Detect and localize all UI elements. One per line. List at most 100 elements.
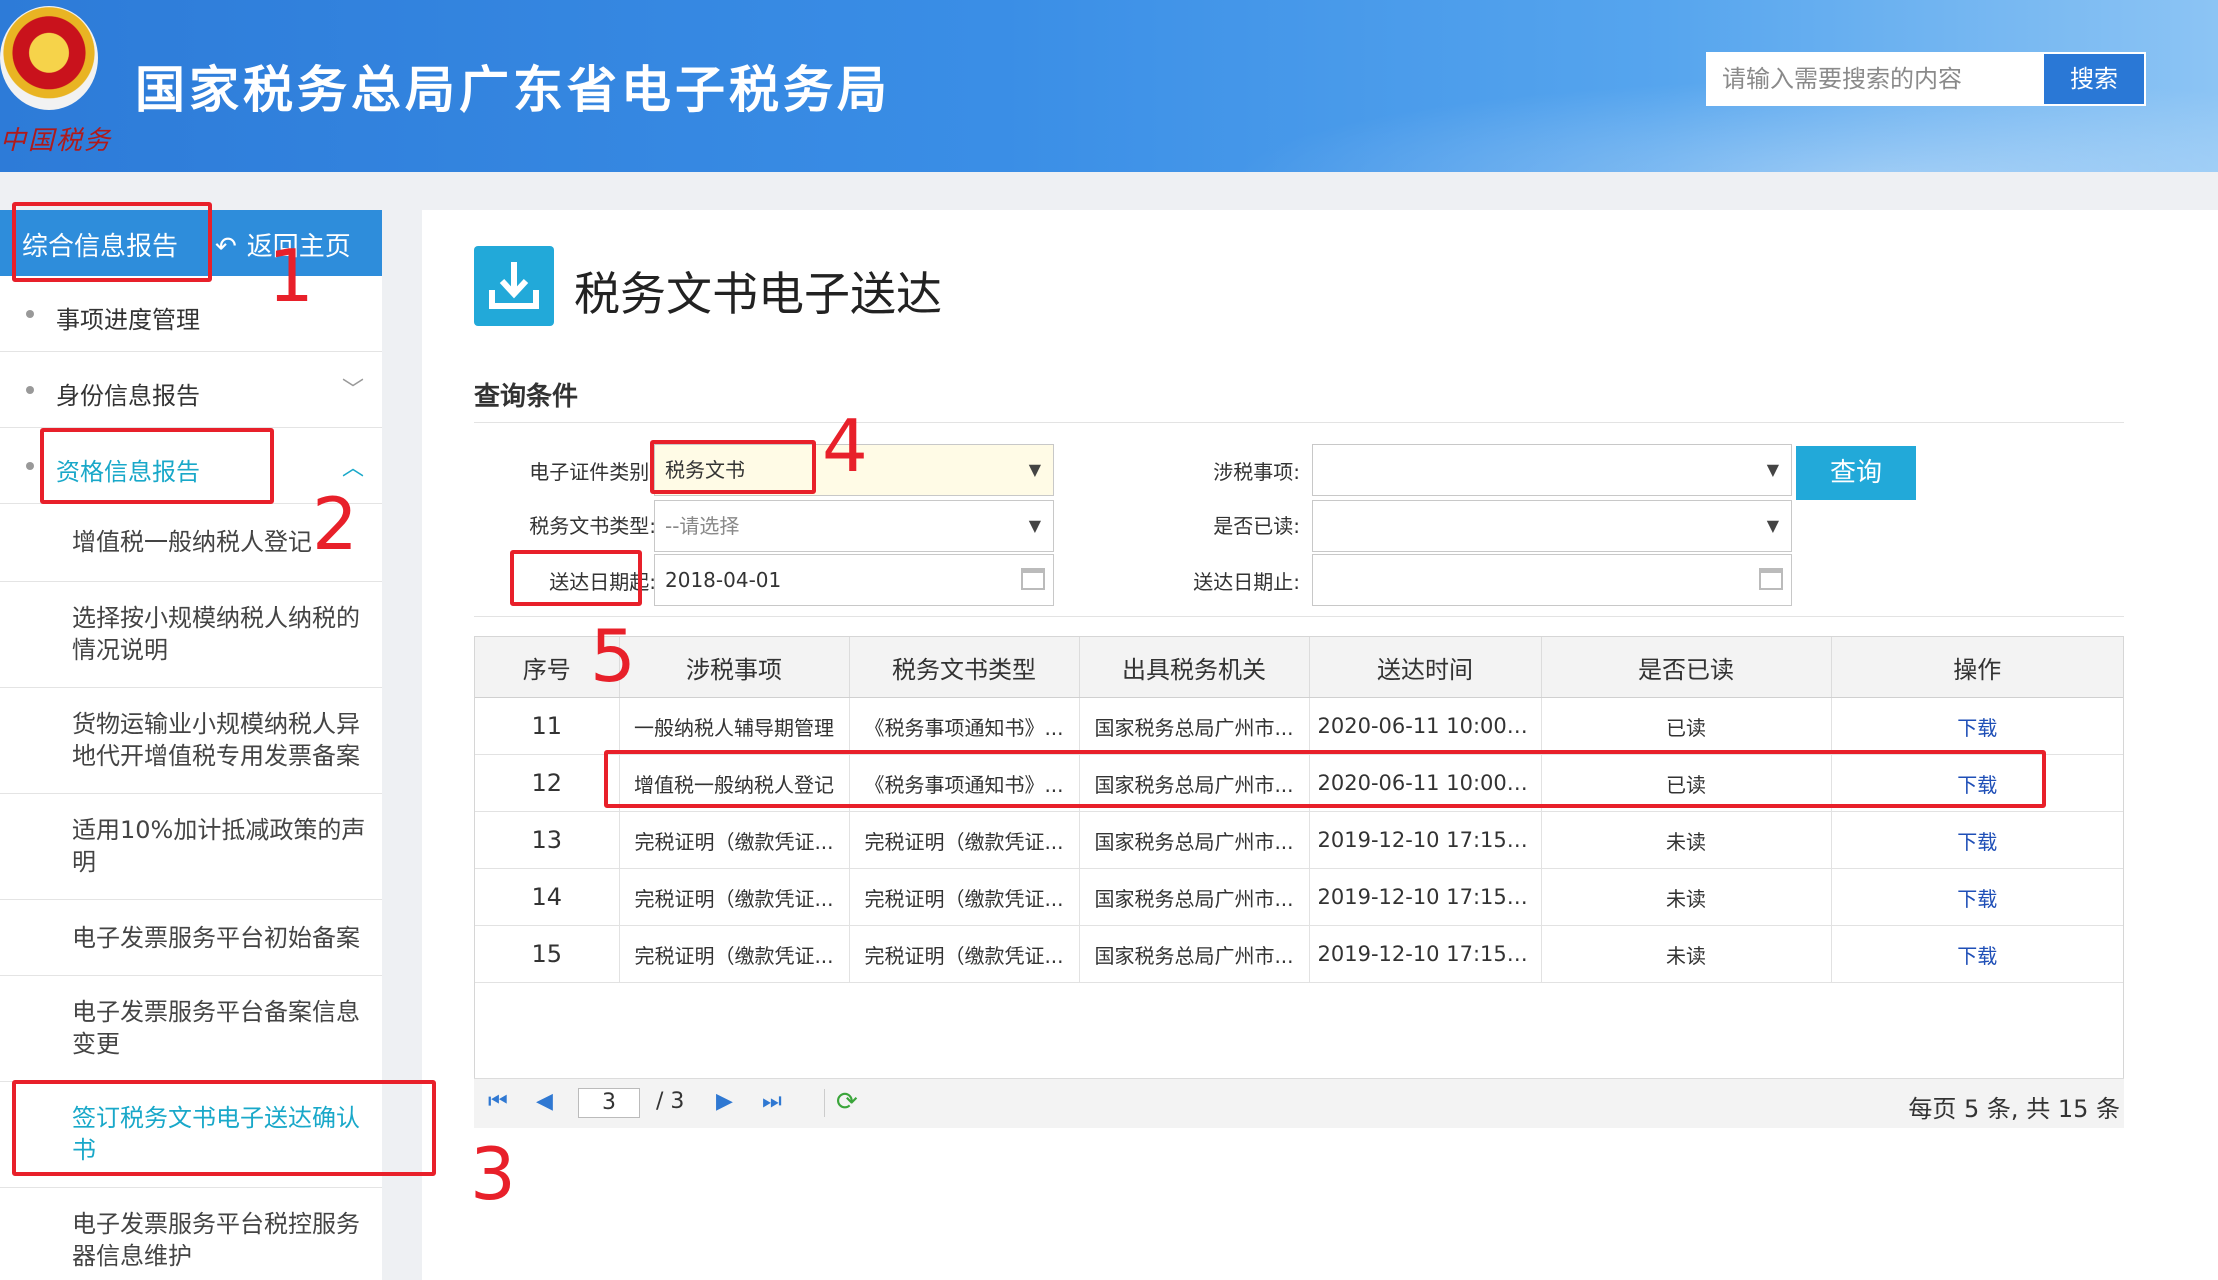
caret-down-icon: ▼ xyxy=(1766,460,1779,479)
annotation-box-3 xyxy=(12,1080,436,1176)
sidebar-subitem[interactable]: 货物运输业小规模纳税人异地代开增值税专用发票备案 xyxy=(0,688,382,794)
cell-seq: 15 xyxy=(475,925,620,983)
refresh-icon[interactable]: ⟳ xyxy=(836,1087,858,1117)
national-emblem-icon xyxy=(0,6,98,110)
bullet-icon xyxy=(26,462,34,470)
annotation-number-2: 2 xyxy=(312,482,358,566)
cell-read: 未读 xyxy=(1541,811,1832,869)
column-header-read: 是否已读 xyxy=(1541,637,1832,698)
download-link[interactable]: 下载 xyxy=(1957,830,1997,854)
cell-time: 2019-12-10 17:15:40 xyxy=(1309,811,1542,869)
first-page-icon[interactable]: ⏮ xyxy=(488,1089,508,1114)
divider xyxy=(474,422,2124,423)
sidebar-subitem[interactable]: 选择按小规模纳税人纳税的情况说明 xyxy=(0,582,382,688)
table-row[interactable]: 13 完税证明（缴款凭证... 完税证明（缴款凭证... 国家税务总局广州市..… xyxy=(475,811,2123,869)
download-link[interactable]: 下载 xyxy=(1957,887,1997,911)
cell-time: 2020-06-11 10:00:21 xyxy=(1309,697,1542,755)
cell-doc-type: 完税证明（缴款凭证... xyxy=(849,868,1080,926)
column-header-matter: 涉税事项 xyxy=(619,637,850,698)
results-table: 序号 涉税事项 税务文书类型 出具税务机关 送达时间 是否已读 操作 11 一般… xyxy=(474,636,2124,1128)
read-status-select[interactable]: ▼ xyxy=(1312,500,1792,552)
tax-matter-select[interactable]: ▼ xyxy=(1312,444,1792,496)
cell-matter: 完税证明（缴款凭证... xyxy=(619,811,850,869)
cell-doc-type: 《税务事项通知书》... xyxy=(849,697,1080,755)
pagination-bar: ⏮ ◀ 3 / 3 ▶ ⏭ ⟳ 每页 5 条, 共 15 条 xyxy=(474,1078,2124,1128)
cell-doc-type: 完税证明（缴款凭证... xyxy=(849,811,1080,869)
sidebar-subitem[interactable]: 电子发票服务平台税控服务器信息维护 xyxy=(0,1188,382,1280)
download-icon xyxy=(474,246,554,326)
doc-type-select[interactable]: --请选择 ▼ xyxy=(654,500,1054,552)
cell-action: 下载 xyxy=(1831,925,2123,983)
total-pages: / 3 xyxy=(656,1089,685,1114)
download-link[interactable]: 下载 xyxy=(1957,716,1997,740)
sidebar-subitem[interactable]: 电子发票服务平台备案信息变更 xyxy=(0,976,382,1082)
date-end-input[interactable] xyxy=(1312,554,1792,606)
divider xyxy=(474,616,2124,617)
cell-read: 未读 xyxy=(1541,925,1832,983)
prev-page-icon[interactable]: ◀ xyxy=(536,1089,553,1114)
cell-seq: 12 xyxy=(475,754,620,812)
column-header-doc-type: 税务文书类型 xyxy=(849,637,1080,698)
cell-read: 未读 xyxy=(1541,868,1832,926)
doc-type-placeholder: --请选择 xyxy=(665,514,740,538)
annotation-box-1 xyxy=(12,202,212,282)
chevron-up-icon: ︿ xyxy=(341,456,364,481)
read-status-label: 是否已读: xyxy=(1213,514,1300,538)
calendar-icon[interactable] xyxy=(1021,568,1045,590)
table-row[interactable]: 14 完税证明（缴款凭证... 完税证明（缴款凭证... 国家税务总局广州市..… xyxy=(475,868,2123,926)
cell-time: 2019-12-10 17:15:40 xyxy=(1309,868,1542,926)
main-panel: 税务文书电子送达 查询条件 电子证件类别: 税务文书 ▼ 涉税事项: ▼ 查询 … xyxy=(422,210,2218,1280)
cell-matter: 完税证明（缴款凭证... xyxy=(619,925,850,983)
sidebar-subitem[interactable]: 适用10%加计抵减政策的声明 xyxy=(0,794,382,900)
bullet-icon xyxy=(26,386,34,394)
cell-seq: 13 xyxy=(475,811,620,869)
column-header-authority: 出具税务机关 xyxy=(1079,637,1310,698)
download-link[interactable]: 下载 xyxy=(1957,944,1997,968)
cell-time: 2019-12-10 17:15:40 xyxy=(1309,925,1542,983)
search-input[interactable] xyxy=(1706,52,2042,106)
page-number-input[interactable]: 3 xyxy=(578,1088,640,1118)
table-row[interactable]: 15 完税证明（缴款凭证... 完税证明（缴款凭证... 国家税务总局广州市..… xyxy=(475,925,2123,983)
last-page-icon[interactable]: ⏭ xyxy=(762,1089,782,1114)
annotation-box-2 xyxy=(40,428,274,504)
sidebar-subitem-label: 电子发票服务平台初始备案 xyxy=(72,924,360,952)
annotation-box-5 xyxy=(510,550,642,606)
doc-type-label: 税务文书类型: xyxy=(529,514,656,538)
sidebar-subitem-label: 适用10%加计抵减政策的声明 xyxy=(72,816,366,876)
cell-action: 下载 xyxy=(1831,697,2123,755)
search-button[interactable]: 搜索 xyxy=(2042,52,2146,106)
bullet-icon xyxy=(26,310,34,318)
next-page-icon[interactable]: ▶ xyxy=(716,1089,733,1114)
column-header-time: 送达时间 xyxy=(1309,637,1542,698)
sidebar-subitem[interactable]: 电子发票服务平台初始备案 xyxy=(0,900,382,976)
page-summary: 每页 5 条, 共 15 条 xyxy=(1908,1095,2120,1123)
emblem-script-text: 中国税务 xyxy=(0,126,113,156)
cell-doc-type: 完税证明（缴款凭证... xyxy=(849,925,1080,983)
table-row[interactable]: 11 一般纳税人辅导期管理 《税务事项通知书》... 国家税务总局广州市... … xyxy=(475,697,2123,755)
sidebar-item-identity[interactable]: 身份信息报告 ﹀ xyxy=(0,352,382,428)
chevron-down-icon: ﹀ xyxy=(341,378,364,403)
cell-action: 下载 xyxy=(1831,868,2123,926)
cell-seq: 11 xyxy=(475,697,620,755)
back-arrow-icon: ↶ xyxy=(215,232,237,262)
pager-separator xyxy=(824,1089,825,1117)
annotation-number-1: 1 xyxy=(268,234,314,318)
cell-read: 已读 xyxy=(1541,697,1832,755)
calendar-icon[interactable] xyxy=(1759,568,1783,590)
cell-seq: 14 xyxy=(475,868,620,926)
caret-down-icon: ▼ xyxy=(1028,460,1041,479)
annotation-number-5: 5 xyxy=(590,614,636,698)
query-button[interactable]: 查询 xyxy=(1796,446,1916,500)
annotation-box-4 xyxy=(650,440,816,494)
sidebar-subitem-label: 电子发票服务平台备案信息变更 xyxy=(72,998,360,1058)
date-start-value: 2018-04-01 xyxy=(665,568,782,592)
query-section-title: 查询条件 xyxy=(474,382,579,412)
sidebar-item-progress[interactable]: 事项进度管理 xyxy=(0,276,382,352)
sidebar-item-label: 事项进度管理 xyxy=(56,306,200,334)
date-end-label: 送达日期止: xyxy=(1193,570,1300,594)
cell-authority: 国家税务总局广州市... xyxy=(1079,697,1310,755)
caret-down-icon: ▼ xyxy=(1766,516,1779,535)
cell-authority: 国家税务总局广州市... xyxy=(1079,811,1310,869)
site-title: 国家税务总局广东省电子税务局 xyxy=(135,61,891,119)
date-start-input[interactable]: 2018-04-01 xyxy=(654,554,1054,606)
